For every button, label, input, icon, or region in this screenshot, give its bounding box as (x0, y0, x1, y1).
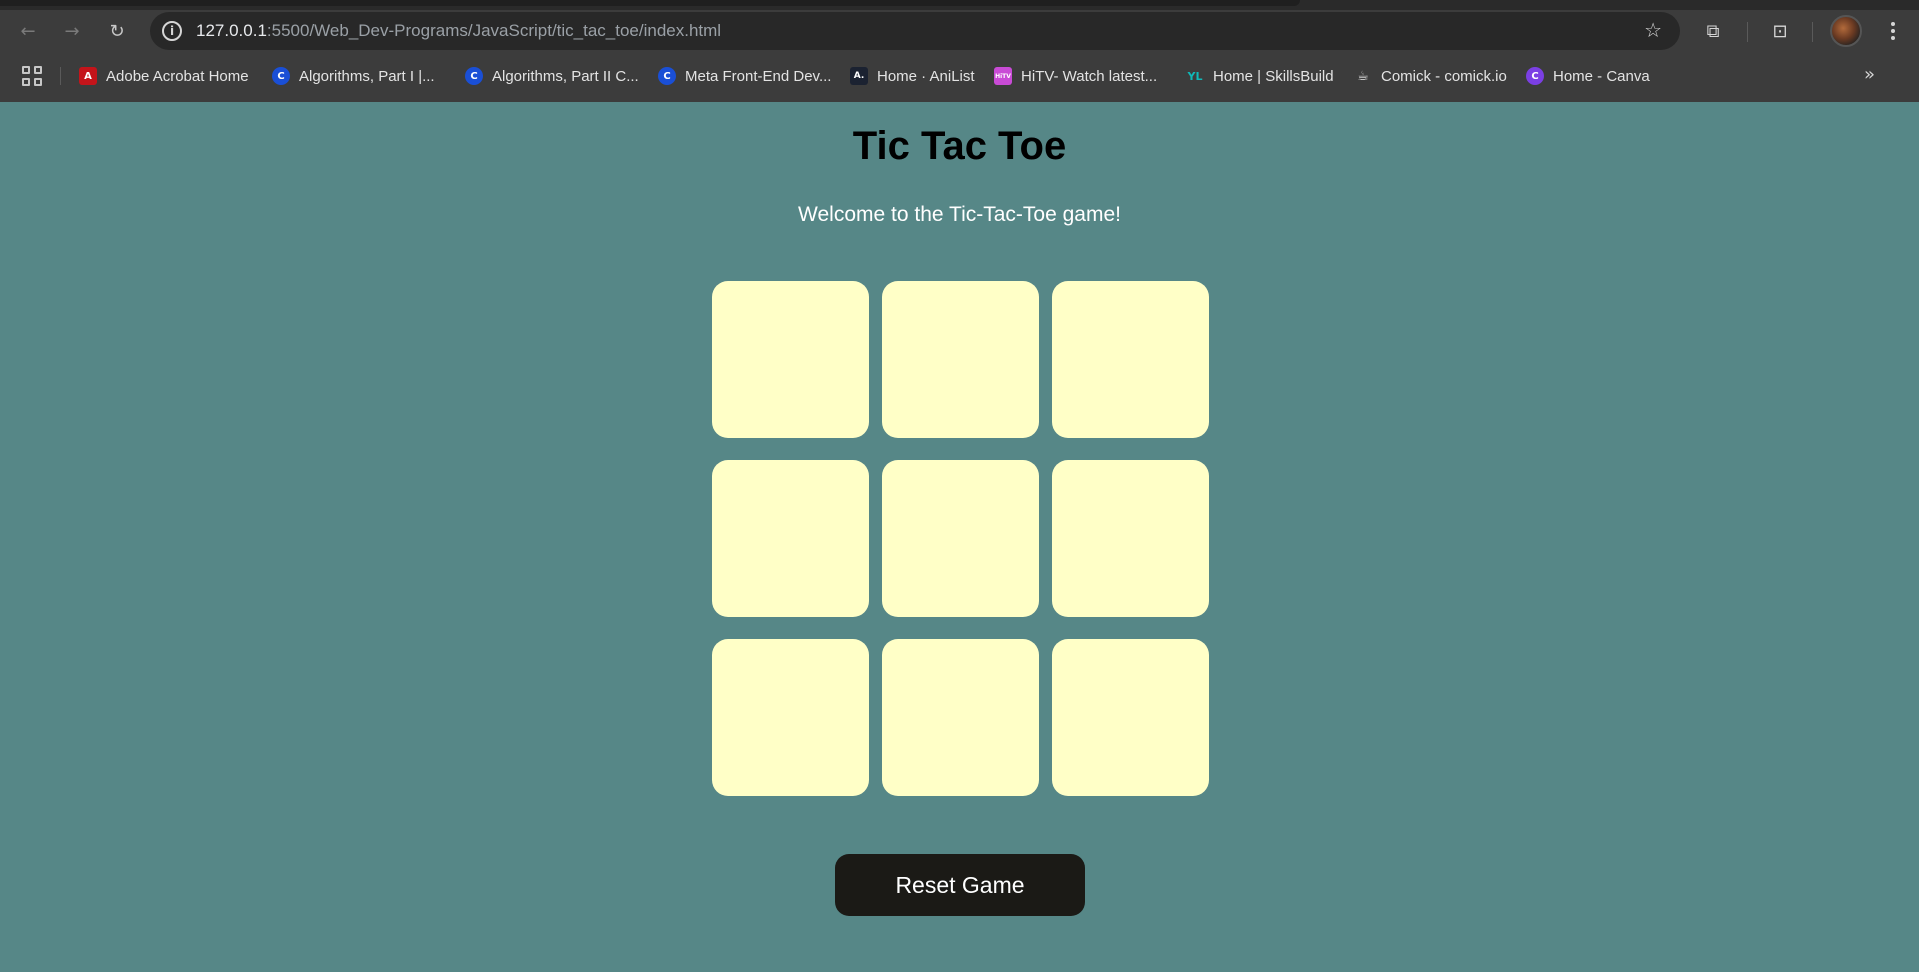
board-cell[interactable] (882, 460, 1039, 617)
reset-game-button[interactable]: Reset Game (835, 854, 1085, 916)
bookmark-item[interactable]: A. Home · AniList (850, 64, 975, 88)
back-arrow-icon: ← (20, 20, 36, 42)
bookmark-item[interactable]: C Meta Front-End Dev... (658, 64, 831, 88)
coursera-icon: C (658, 67, 676, 85)
board-cell[interactable] (882, 281, 1039, 438)
screenshot-icon[interactable]: ⊡ (1764, 15, 1796, 47)
bookmark-item[interactable]: C Algorithms, Part II C... (465, 64, 639, 88)
acrobat-icon: A (79, 67, 97, 85)
bookmark-label: Home | SkillsBuild (1213, 67, 1334, 85)
active-tab-edge (0, 0, 1300, 6)
profile-avatar[interactable] (1830, 15, 1862, 47)
bookmark-label: HiTV- Watch latest... (1021, 67, 1158, 85)
board-cell[interactable] (882, 639, 1039, 796)
url-host: 127.0.0.1 (196, 21, 267, 40)
toolbar-divider (1812, 22, 1813, 42)
board-cell[interactable] (712, 281, 869, 438)
address-bar[interactable]: i 127.0.0.1:5500/Web_Dev-Programs/JavaSc… (150, 12, 1680, 50)
bookmark-item[interactable]: YL Home | SkillsBuild (1186, 64, 1334, 88)
comick-icon: ☕ (1357, 68, 1369, 84)
browser-toolbar: ← → ↻ i 127.0.0.1:5500/Web_Dev-Programs/… (0, 10, 1919, 52)
tab-strip (0, 0, 1919, 10)
forward-arrow-icon: → (64, 20, 80, 42)
anilist-icon: A. (850, 67, 868, 85)
back-button[interactable]: ← (12, 15, 44, 47)
bookmark-item[interactable]: C Home - Canva (1526, 64, 1650, 88)
reload-icon: ↻ (109, 20, 125, 42)
bookmark-star-icon[interactable]: ☆ (1644, 18, 1662, 42)
forward-button[interactable]: → (56, 15, 88, 47)
welcome-message: Welcome to the Tic-Tac-Toe game! (798, 203, 1121, 226)
hitv-icon: HiTV (994, 67, 1012, 85)
reload-button[interactable]: ↻ (101, 15, 133, 47)
board-cell[interactable] (712, 460, 869, 617)
coursera-icon: C (465, 67, 483, 85)
bookmarks-divider (60, 67, 61, 85)
bookmark-item[interactable]: A Adobe Acrobat Home (79, 64, 249, 88)
url-text[interactable]: 127.0.0.1:5500/Web_Dev-Programs/JavaScri… (196, 21, 721, 41)
board-cell[interactable] (712, 639, 869, 796)
game-board (712, 281, 1209, 796)
coursera-icon: C (272, 67, 290, 85)
site-info-icon[interactable]: i (162, 21, 182, 41)
bookmark-item[interactable]: C Algorithms, Part I |... (272, 64, 435, 88)
board-cell[interactable] (1052, 281, 1209, 438)
bookmark-label: Adobe Acrobat Home (106, 67, 249, 85)
more-bookmarks-icon[interactable]: » (1864, 64, 1875, 85)
bookmark-label: Algorithms, Part I |... (299, 67, 435, 85)
browser-menu-icon[interactable] (1885, 15, 1901, 47)
bookmark-label: Comick - comick.io (1381, 67, 1507, 85)
page-title: Tic Tac Toe (852, 124, 1067, 168)
canva-icon: C (1526, 67, 1544, 85)
bookmark-item[interactable]: HiTV HiTV- Watch latest... (994, 64, 1157, 88)
bookmarks-bar: A Adobe Acrobat Home C Algorithms, Part … (0, 58, 1919, 94)
apps-grid-icon[interactable] (22, 66, 42, 86)
bookmark-label: Algorithms, Part II C... (492, 67, 639, 85)
browser-chrome: ← → ↻ i 127.0.0.1:5500/Web_Dev-Programs/… (0, 0, 1919, 102)
extensions-icon[interactable]: ⧉ (1697, 15, 1729, 47)
toolbar-divider (1747, 22, 1748, 42)
bookmark-label: Meta Front-End Dev... (685, 67, 832, 85)
board-cell[interactable] (1052, 460, 1209, 617)
skillsbuild-icon: YL (1187, 69, 1203, 83)
bookmark-item[interactable]: ☕ Comick - comick.io (1354, 64, 1507, 88)
bookmark-label: Home - Canva (1553, 67, 1650, 85)
board-cell[interactable] (1052, 639, 1209, 796)
url-path: :5500/Web_Dev-Programs/JavaScript/tic_ta… (266, 21, 722, 40)
bookmark-label: Home · AniList (877, 67, 975, 85)
